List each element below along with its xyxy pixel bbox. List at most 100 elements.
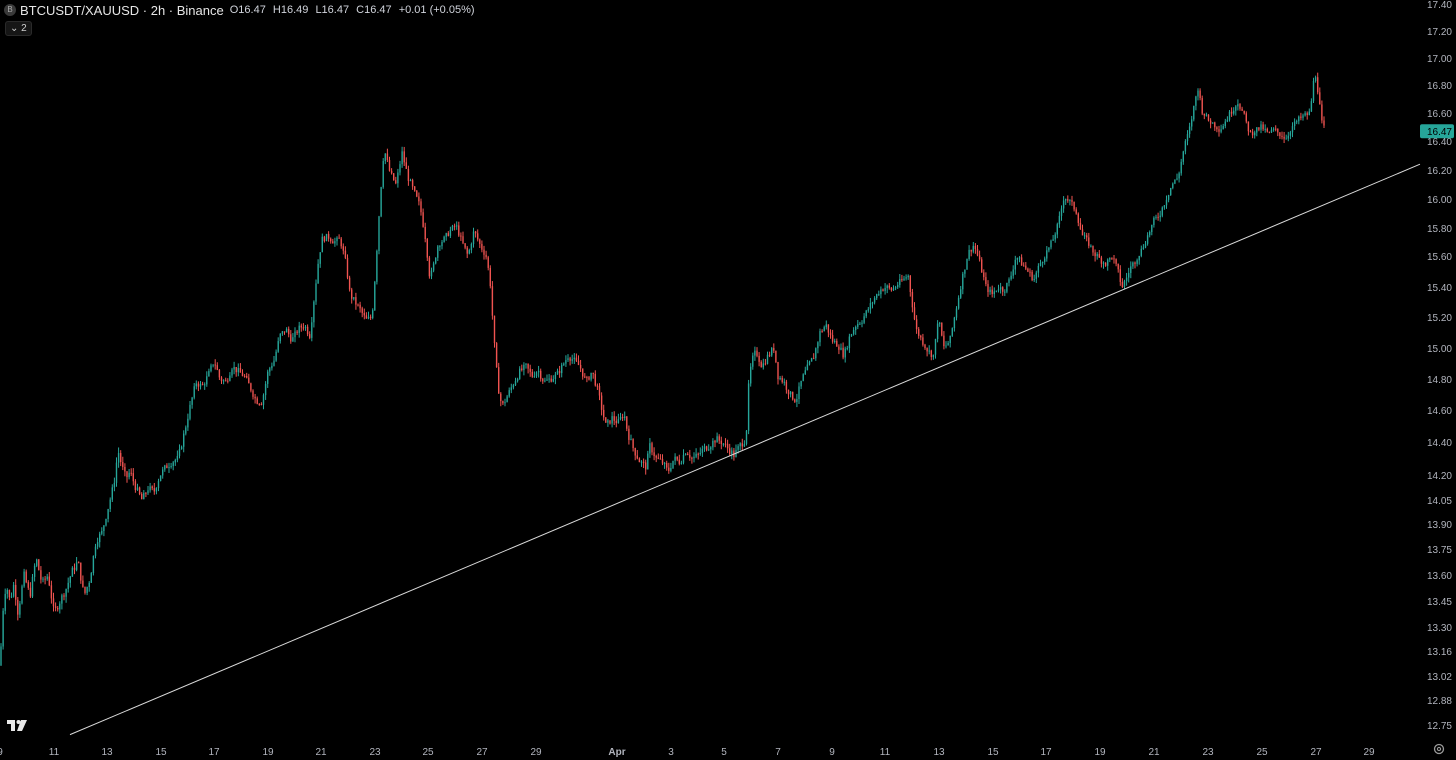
candle-body bbox=[584, 376, 586, 378]
candle-body bbox=[407, 168, 410, 181]
candle-body bbox=[164, 465, 166, 470]
price-chart[interactable]: 17.40 17.20 17.00 16.80 16.60 16.40 16.20 16.00… bbox=[0, 0, 1456, 760]
candle-body bbox=[1128, 272, 1130, 278]
candle-body bbox=[269, 368, 271, 372]
candle-body bbox=[388, 159, 391, 171]
candle-body bbox=[313, 301, 315, 323]
candle-body bbox=[1172, 183, 1174, 188]
candle-body bbox=[607, 420, 609, 423]
candle-body bbox=[422, 212, 424, 227]
candle-body bbox=[321, 236, 323, 253]
tradingview-logo-icon[interactable] bbox=[6, 717, 30, 733]
candle-body bbox=[1249, 131, 1252, 133]
candle-body bbox=[798, 386, 800, 399]
y-tick-label: 13.45 bbox=[1427, 597, 1452, 608]
candle-body bbox=[802, 374, 804, 381]
x-tick-label: 15 bbox=[987, 747, 999, 758]
candle-body bbox=[762, 363, 764, 368]
candle-body bbox=[764, 363, 767, 365]
candle-body bbox=[506, 396, 508, 403]
candle-body bbox=[689, 454, 691, 458]
candle-body bbox=[1254, 132, 1256, 136]
candle-body bbox=[4, 593, 6, 611]
candle-body bbox=[330, 238, 332, 242]
candle-body bbox=[619, 417, 622, 420]
candle-body bbox=[554, 374, 557, 379]
candle-body bbox=[15, 584, 17, 600]
candle-body bbox=[1132, 262, 1134, 267]
candle-body bbox=[653, 452, 655, 457]
y-tick-label: 13.30 bbox=[1427, 623, 1452, 634]
candle-body bbox=[1184, 141, 1187, 152]
candle-body bbox=[273, 360, 275, 366]
candle-body bbox=[201, 383, 204, 385]
candle-body bbox=[1205, 114, 1208, 116]
change-value: +0.01 (+0.05%) bbox=[398, 4, 475, 16]
candle-body bbox=[441, 241, 443, 247]
candle-body bbox=[533, 376, 536, 378]
candle-body bbox=[386, 153, 389, 160]
candle-body bbox=[750, 366, 752, 384]
candle-body bbox=[1010, 275, 1012, 280]
candle-body bbox=[376, 250, 378, 282]
candle-body bbox=[1243, 110, 1245, 114]
candle-body bbox=[964, 269, 966, 274]
candle-body bbox=[378, 216, 380, 251]
indicators-toggle-button[interactable]: ⌄ 2 bbox=[5, 21, 32, 36]
candle-body bbox=[369, 316, 372, 318]
candle-body bbox=[84, 586, 86, 593]
x-tick-label: 9 bbox=[0, 747, 3, 758]
candle-body bbox=[1033, 278, 1035, 281]
candle-body bbox=[897, 284, 899, 288]
candle-body bbox=[930, 350, 932, 357]
x-tick-label: 17 bbox=[1040, 747, 1052, 758]
candle-body bbox=[237, 368, 239, 373]
candle-body bbox=[691, 457, 693, 459]
candle-body bbox=[831, 335, 834, 342]
candle-body bbox=[869, 303, 872, 310]
candle-body bbox=[792, 391, 794, 400]
candle-body bbox=[848, 336, 851, 349]
candle-body bbox=[1323, 120, 1325, 126]
x-tick-label: 21 bbox=[315, 747, 327, 758]
settings-gear-icon[interactable] bbox=[1432, 742, 1446, 756]
candle-body bbox=[598, 386, 601, 396]
symbol-label[interactable]: BTCUSDT/XAUUSD · 2h · Binance bbox=[20, 3, 224, 18]
candle-body bbox=[359, 304, 361, 309]
candle-body bbox=[296, 331, 298, 333]
candle-body bbox=[241, 372, 244, 377]
candle-body bbox=[432, 263, 435, 271]
candle-body bbox=[800, 380, 802, 387]
candle-body bbox=[945, 345, 947, 347]
candle-body bbox=[1144, 243, 1147, 248]
candle-body bbox=[17, 599, 19, 615]
candle-body bbox=[951, 328, 953, 336]
candle-body bbox=[285, 328, 288, 333]
candle-body bbox=[756, 350, 758, 356]
candle-body bbox=[1275, 128, 1277, 130]
candle-body bbox=[510, 387, 512, 391]
candle-body bbox=[44, 578, 46, 580]
candle-body bbox=[525, 363, 527, 365]
candle-body bbox=[1281, 135, 1283, 137]
candle-body bbox=[1039, 262, 1042, 266]
candle-body bbox=[708, 449, 710, 451]
candle-body bbox=[178, 449, 181, 456]
candle-body bbox=[714, 440, 716, 443]
candle-body bbox=[1209, 120, 1212, 124]
candle-body bbox=[552, 378, 554, 382]
candle-body bbox=[741, 443, 743, 447]
candle-body bbox=[405, 162, 407, 169]
candle-body bbox=[262, 395, 265, 405]
candle-body bbox=[99, 533, 101, 543]
candle-body bbox=[428, 257, 431, 277]
candle-body bbox=[855, 326, 857, 330]
candle-body bbox=[922, 337, 924, 345]
y-tick-label: 16.40 bbox=[1427, 137, 1452, 148]
candle-body bbox=[69, 576, 71, 583]
candle-body bbox=[124, 466, 126, 472]
candle-body bbox=[1088, 237, 1090, 246]
candle-body bbox=[1312, 80, 1315, 102]
candle-body bbox=[462, 236, 464, 244]
candle-body bbox=[170, 466, 172, 468]
